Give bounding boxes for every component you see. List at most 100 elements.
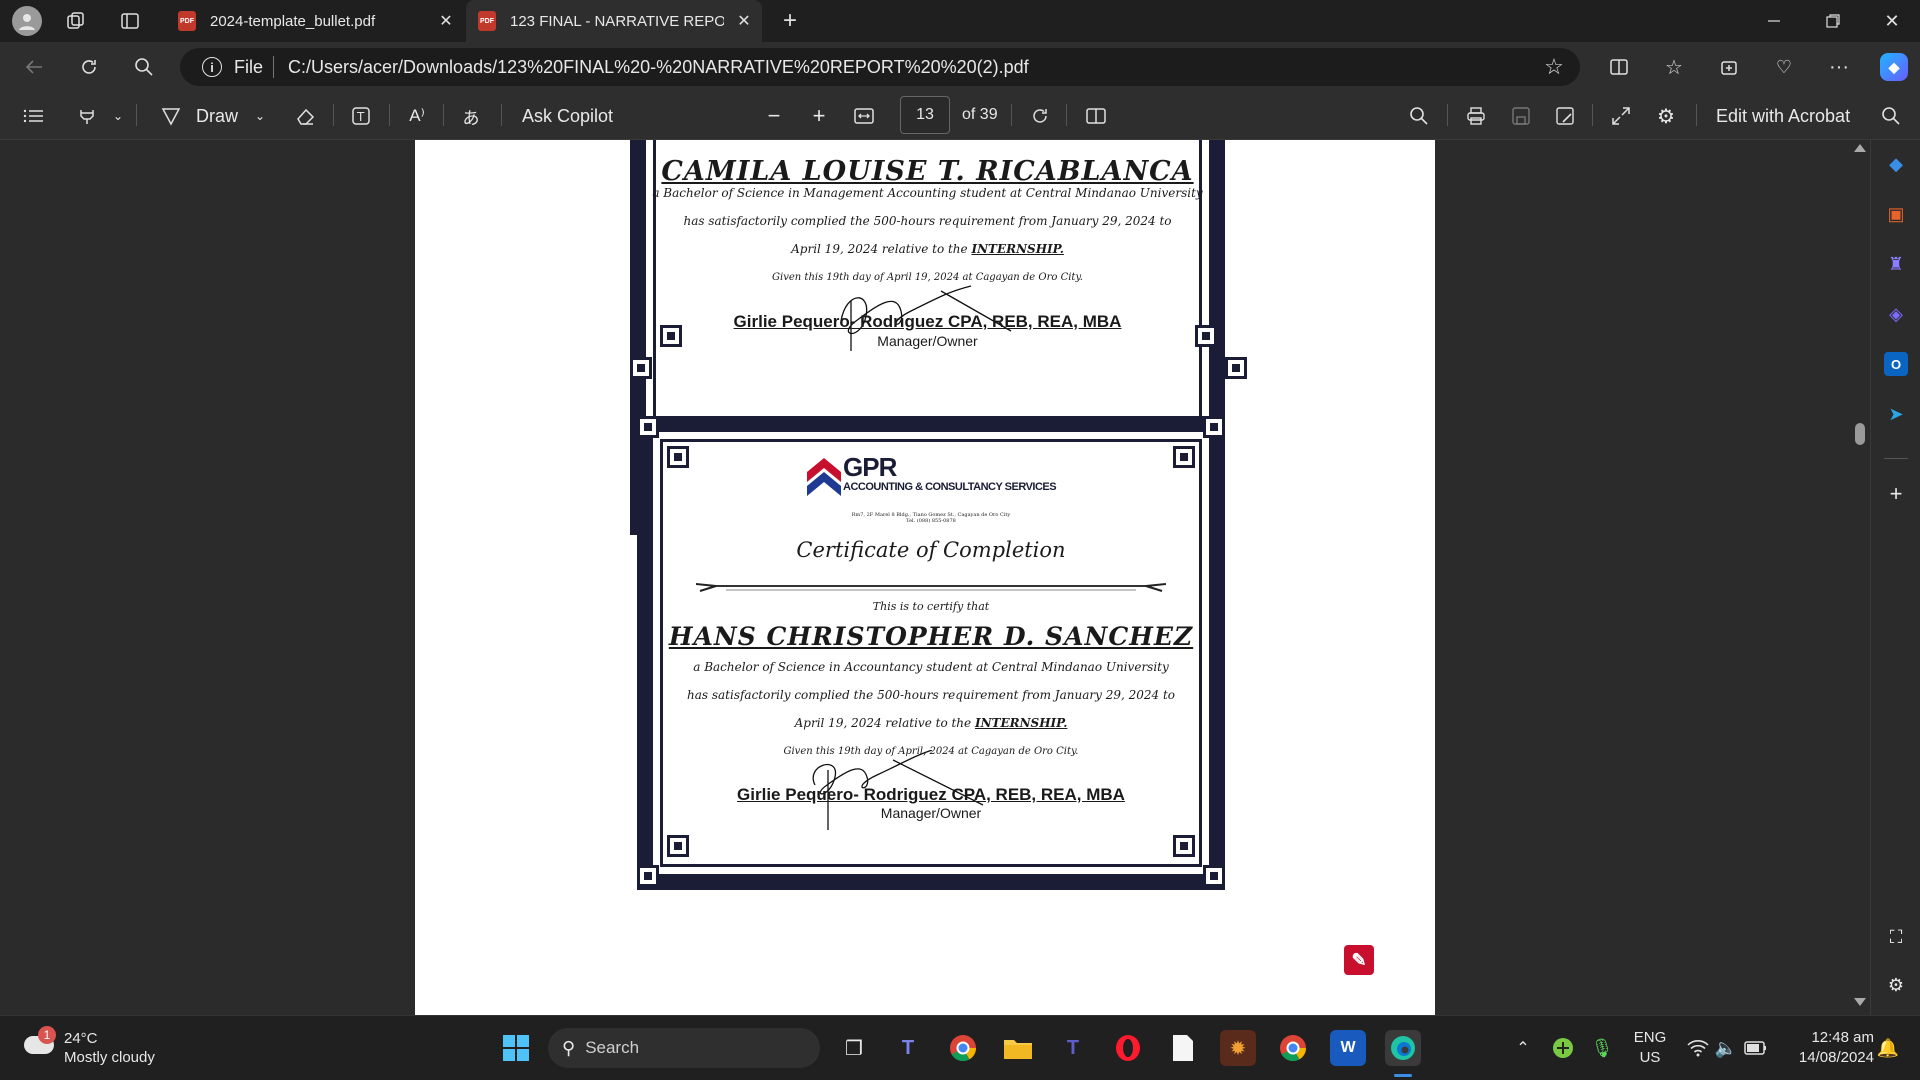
url-text[interactable]: C:/Users/acer/Downloads/123%20FINAL%20-%… bbox=[288, 57, 1029, 78]
edge-icon[interactable] bbox=[1385, 1030, 1421, 1066]
highlight-icon[interactable] bbox=[74, 92, 100, 140]
refresh-icon[interactable] bbox=[77, 55, 101, 79]
rotate-icon[interactable] bbox=[1028, 92, 1052, 140]
copilot-icon[interactable]: ◆ bbox=[1880, 53, 1908, 81]
scrollbar-thumb[interactable] bbox=[1855, 423, 1865, 445]
profile-avatar-icon[interactable] bbox=[12, 6, 42, 36]
table-of-contents-icon[interactable] bbox=[20, 92, 46, 140]
edit-with-acrobat-button[interactable]: Edit with Acrobat bbox=[1716, 92, 1850, 140]
language-indicator[interactable]: ENG US bbox=[1622, 1028, 1678, 1068]
workspaces-icon[interactable] bbox=[64, 9, 88, 33]
taskbar-search-box[interactable]: ⚲ Search bbox=[548, 1028, 820, 1068]
text-box-icon[interactable]: T bbox=[348, 92, 374, 140]
divider bbox=[1011, 104, 1012, 126]
frame-ornament bbox=[637, 865, 659, 887]
teams-icon[interactable]: T bbox=[890, 1030, 926, 1066]
cert-line-3: April 19, 2024 relative to the INTERNSHI… bbox=[646, 242, 1209, 256]
tools-icon[interactable]: ▣ bbox=[1884, 202, 1908, 226]
divider bbox=[1066, 104, 1067, 126]
info-icon[interactable]: i bbox=[202, 57, 222, 77]
tab-template-bullet[interactable]: PDF 2024-template_bullet.pdf ✕ bbox=[168, 0, 458, 42]
tray-app-icon[interactable] bbox=[1545, 1030, 1581, 1066]
favorites-icon[interactable]: ☆ bbox=[1662, 55, 1686, 79]
signer-role: Manager/Owner bbox=[877, 333, 978, 349]
send-icon[interactable]: ➤ bbox=[1884, 402, 1908, 426]
opera-icon[interactable] bbox=[1110, 1030, 1146, 1066]
chrome-profile-icon[interactable] bbox=[1275, 1030, 1311, 1066]
frame-ornament bbox=[667, 446, 689, 468]
scroll-down-icon[interactable] bbox=[1854, 998, 1866, 1006]
acrobat-icon[interactable]: ✎ bbox=[1344, 945, 1374, 975]
find-icon[interactable] bbox=[1407, 92, 1431, 140]
chrome-icon[interactable] bbox=[945, 1030, 981, 1066]
teams-work-icon[interactable]: T bbox=[1055, 1030, 1091, 1066]
pdf-viewer[interactable]: CAMILA LOUISE T. RICABLANCA a Bachelor o… bbox=[0, 140, 1870, 1015]
settings-icon[interactable]: ⚙ bbox=[1654, 92, 1678, 140]
battery-icon[interactable] bbox=[1738, 1030, 1774, 1066]
page-view-icon[interactable] bbox=[1084, 92, 1108, 140]
eraser-icon[interactable] bbox=[292, 92, 318, 140]
close-window-icon[interactable]: ✕ bbox=[1880, 9, 1904, 33]
collections-icon[interactable] bbox=[1717, 55, 1741, 79]
file-explorer-icon[interactable] bbox=[1000, 1030, 1036, 1066]
draw-button[interactable]: Draw bbox=[196, 92, 238, 140]
zoom-out-icon[interactable]: − bbox=[762, 92, 786, 140]
save-as-icon[interactable] bbox=[1553, 92, 1577, 140]
sidebar-settings-icon[interactable]: ⚙ bbox=[1884, 973, 1908, 997]
add-icon[interactable]: + bbox=[1884, 481, 1908, 506]
certificate-title: Certificate of Completion bbox=[796, 538, 1066, 562]
save-icon[interactable] bbox=[1509, 92, 1533, 140]
zoom-in-icon[interactable]: + bbox=[807, 92, 831, 140]
back-icon[interactable] bbox=[22, 55, 46, 79]
more-options-icon[interactable]: ··· bbox=[1827, 55, 1851, 79]
logo-subtitle: ACCOUNTING & CONSULTANCY SERVICES bbox=[843, 481, 1057, 493]
scroll-up-icon[interactable] bbox=[1854, 144, 1866, 152]
print-icon[interactable] bbox=[1464, 92, 1488, 140]
show-hidden-icons-icon[interactable]: ⌃ bbox=[1505, 1030, 1541, 1066]
notepad-icon[interactable] bbox=[1165, 1030, 1201, 1066]
url-bar[interactable]: i File C:/Users/acer/Downloads/123%20FIN… bbox=[180, 48, 1580, 86]
minimize-icon[interactable] bbox=[1762, 9, 1786, 33]
ask-copilot-button[interactable]: Ask Copilot bbox=[522, 92, 613, 140]
game-app-icon[interactable]: ✹ bbox=[1220, 1030, 1256, 1066]
chevron-down-icon[interactable]: ⌄ bbox=[252, 92, 268, 140]
divider bbox=[273, 56, 275, 78]
notifications-bell-icon[interactable]: 🔔 bbox=[1870, 1030, 1906, 1066]
clock[interactable]: 12:48 am 14/08/2024 bbox=[1778, 1028, 1874, 1068]
full-screen-icon[interactable] bbox=[1609, 92, 1633, 140]
close-icon[interactable]: ✕ bbox=[434, 9, 458, 33]
cert-line-1: a Bachelor of Science in Accountancy stu… bbox=[693, 660, 1169, 674]
copilot-designer-icon[interactable]: ◈ bbox=[1884, 302, 1908, 326]
games-icon[interactable]: ♜ bbox=[1884, 252, 1908, 276]
search-icon[interactable] bbox=[132, 55, 156, 79]
weather-widget[interactable]: 1 24°C Mostly cloudy bbox=[20, 1026, 180, 1070]
time: 12:48 am bbox=[1811, 1029, 1874, 1046]
draw-icon[interactable] bbox=[158, 92, 184, 140]
browser-essentials-icon[interactable]: ♡ bbox=[1772, 55, 1796, 79]
favorite-star-icon[interactable]: ☆ bbox=[1542, 54, 1566, 79]
tab-narrative-report[interactable]: PDF 123 FINAL - NARRATIVE REPORT ✕ bbox=[466, 0, 762, 42]
svg-text:T: T bbox=[356, 110, 365, 124]
microphone-icon[interactable]: 🎙 bbox=[1584, 1030, 1620, 1066]
tab-actions-icon[interactable] bbox=[118, 9, 142, 33]
chevron-down-icon[interactable]: ⌄ bbox=[110, 92, 126, 140]
signer-role: Manager/Owner bbox=[880, 805, 982, 821]
start-icon[interactable] bbox=[498, 1030, 534, 1066]
cert-line-2: has satisfactorily complied the 500-hour… bbox=[683, 214, 1172, 228]
cert-line-3-text: April 19, 2024 relative to the bbox=[794, 716, 975, 730]
sidebar-search-icon[interactable] bbox=[1879, 92, 1903, 140]
shopping-tag-icon[interactable]: ◆ bbox=[1884, 152, 1908, 176]
split-screen-icon[interactable] bbox=[1607, 55, 1631, 79]
screenshot-icon[interactable]: ⛶ bbox=[1884, 925, 1908, 949]
task-view-icon[interactable]: ❐ bbox=[836, 1030, 872, 1066]
page-number-input[interactable]: 13 bbox=[900, 96, 950, 134]
outlook-icon[interactable]: O bbox=[1884, 352, 1908, 376]
fit-to-width-icon[interactable] bbox=[852, 92, 876, 140]
new-tab-icon[interactable]: + bbox=[778, 7, 802, 34]
read-aloud-icon[interactable]: A⁾ bbox=[404, 92, 430, 140]
vertical-scrollbar[interactable] bbox=[1850, 140, 1870, 1015]
close-icon[interactable]: ✕ bbox=[732, 9, 756, 33]
restore-icon[interactable] bbox=[1821, 9, 1845, 33]
word-icon[interactable]: W bbox=[1330, 1030, 1366, 1066]
translate-icon[interactable]: あ bbox=[458, 92, 484, 140]
